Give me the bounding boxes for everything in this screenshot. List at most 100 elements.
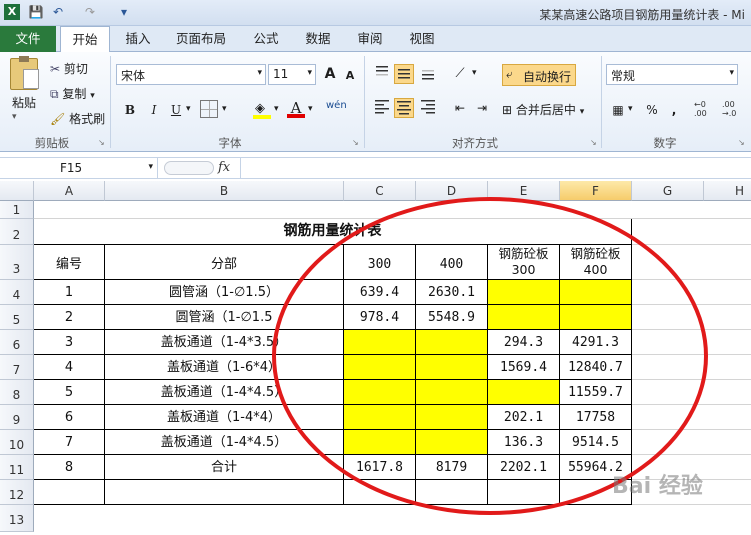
copy-label: 复制 <box>62 87 87 101</box>
underline-button[interactable]: U <box>166 100 186 120</box>
row-header-8[interactable]: 8 <box>0 380 34 405</box>
row-2-empty[interactable] <box>632 219 751 245</box>
cell-no[interactable]: 4 <box>34 355 105 380</box>
header-no[interactable]: 编号 <box>34 245 105 280</box>
accounting-dropdown-icon[interactable]: ▾ <box>628 104 633 114</box>
customize-toolbar-icon[interactable]: ▾ <box>116 4 132 20</box>
accounting-format-icon[interactable]: ▦ <box>608 100 628 120</box>
column-header-a[interactable]: A <box>34 181 105 201</box>
cell-no[interactable]: 1 <box>34 280 105 305</box>
insert-function-button[interactable]: fx <box>218 160 230 175</box>
number-format-select[interactable]: 常规 ▾ <box>606 64 738 85</box>
excel-logo-icon[interactable]: X <box>4 4 20 20</box>
align-center-icon[interactable] <box>394 98 414 118</box>
decrease-decimal-icon[interactable]: .00 →.0 <box>722 100 736 118</box>
cell-no[interactable]: 3 <box>34 330 105 355</box>
table-row-empty[interactable] <box>34 480 105 505</box>
fill-color-dropdown-icon[interactable]: ▾ <box>274 104 279 114</box>
table-row-empty[interactable] <box>105 480 344 505</box>
font-color-icon[interactable]: A <box>286 99 306 119</box>
grow-font-button[interactable]: A <box>320 64 340 84</box>
cell-no[interactable]: 5 <box>34 380 105 405</box>
percent-style-button[interactable]: % <box>642 100 662 120</box>
row-header-6[interactable]: 6 <box>0 330 34 355</box>
row-header-10[interactable]: 10 <box>0 430 34 455</box>
increase-indent-icon[interactable]: ⇥ <box>472 98 492 118</box>
row-13-cells[interactable] <box>34 505 751 532</box>
row-header-11[interactable]: 11 <box>0 455 34 480</box>
tab-view[interactable]: 视图 <box>400 26 444 52</box>
merge-cells-icon: ⊞ <box>502 103 513 117</box>
undo-icon[interactable]: ↶ <box>50 4 66 20</box>
redo-icon[interactable]: ↷ <box>82 4 98 20</box>
merge-center-button[interactable]: ⊞ 合并后居中 ▾ <box>502 101 584 118</box>
row-header-7[interactable]: 7 <box>0 355 34 380</box>
format-painter-button[interactable]: 🖌 格式刷 <box>50 110 105 127</box>
tab-insert[interactable]: 插入 <box>116 26 160 52</box>
cell-part[interactable]: 合计 <box>105 455 344 480</box>
bold-button[interactable]: B <box>120 100 140 120</box>
align-top-icon[interactable] <box>372 64 392 84</box>
tab-review[interactable]: 审阅 <box>348 26 392 52</box>
fill-color-icon[interactable]: ◈ <box>252 100 272 120</box>
underline-dropdown-icon[interactable]: ▾ <box>186 104 191 114</box>
tab-home[interactable]: 开始 <box>60 26 110 53</box>
shrink-font-button[interactable]: A <box>340 66 360 86</box>
decrease-indent-icon[interactable]: ⇤ <box>450 98 470 118</box>
wrap-text-button[interactable]: ⤶ 自动换行 <box>502 64 576 86</box>
clipboard-launcher-icon[interactable]: ↘ <box>98 138 105 147</box>
align-right-icon[interactable] <box>418 98 438 118</box>
column-header-g[interactable]: G <box>632 181 704 201</box>
row-header-3[interactable]: 3 <box>0 245 34 280</box>
font-size-select[interactable]: 11 ▾ <box>268 64 316 85</box>
font-name-select[interactable]: 宋体 ▾ <box>116 64 266 85</box>
cell-no[interactable]: 7 <box>34 430 105 455</box>
paste-dropdown-icon[interactable]: ▾ <box>12 112 17 122</box>
comma-style-button[interactable]: , <box>664 100 684 120</box>
increase-decimal-icon[interactable]: ←0.00 <box>694 100 707 118</box>
align-bottom-icon[interactable] <box>418 64 438 84</box>
cell-no[interactable]: 2 <box>34 305 105 330</box>
alignment-launcher-icon[interactable]: ↘ <box>590 138 597 147</box>
cell-no[interactable]: 6 <box>34 405 105 430</box>
paste-button[interactable]: 粘贴 <box>12 94 36 111</box>
row-header-9[interactable]: 9 <box>0 405 34 430</box>
column-header-b[interactable]: B <box>105 181 344 201</box>
phonetic-guide-icon[interactable]: wén <box>326 100 347 111</box>
cell-no[interactable]: 8 <box>34 455 105 480</box>
cut-button[interactable]: ✂ 剪切 <box>50 60 88 77</box>
row-header-4[interactable]: 4 <box>0 280 34 305</box>
tab-data[interactable]: 数据 <box>296 26 340 52</box>
italic-button[interactable]: I <box>144 100 164 120</box>
align-middle-icon[interactable] <box>394 64 414 84</box>
row-header-13[interactable]: 13 <box>0 505 34 532</box>
borders-icon[interactable] <box>200 100 218 118</box>
align-left-icon[interactable] <box>372 98 392 118</box>
tab-file[interactable]: 文件 <box>0 26 56 52</box>
cut-label: 剪切 <box>63 62 88 76</box>
formula-input[interactable] <box>240 158 751 178</box>
tab-formulas[interactable]: 公式 <box>244 26 288 52</box>
row-header-12[interactable]: 12 <box>0 480 34 505</box>
paste-icon[interactable] <box>10 56 39 90</box>
wrap-text-icon: ⤶ <box>506 67 513 81</box>
font-color-dropdown-icon[interactable]: ▾ <box>308 104 313 114</box>
tab-page-layout[interactable]: 页面布局 <box>168 26 234 52</box>
select-all-corner[interactable] <box>0 181 34 201</box>
copy-button[interactable]: ⧉ 复制 ▾ <box>50 85 95 102</box>
borders-dropdown-icon[interactable]: ▾ <box>222 104 227 114</box>
row-header-2[interactable]: 2 <box>0 219 34 245</box>
name-box[interactable]: F15 ▾ <box>0 158 158 178</box>
orientation-dropdown-icon[interactable]: ▾ <box>472 68 477 78</box>
formula-bar-resize-handle[interactable] <box>164 161 214 175</box>
orientation-icon[interactable]: ⟋ <box>450 64 470 84</box>
row-header-1[interactable]: 1 <box>0 201 34 219</box>
column-header-h[interactable]: H <box>704 181 751 201</box>
save-icon[interactable]: 💾 <box>28 4 44 20</box>
column-header-f[interactable]: F <box>560 181 632 201</box>
number-launcher-icon[interactable]: ↘ <box>738 138 745 147</box>
row-header-5[interactable]: 5 <box>0 305 34 330</box>
column-header-c[interactable]: C <box>344 181 416 201</box>
font-launcher-icon[interactable]: ↘ <box>352 138 359 147</box>
font-name-dropdown-icon: ▾ <box>257 68 262 78</box>
